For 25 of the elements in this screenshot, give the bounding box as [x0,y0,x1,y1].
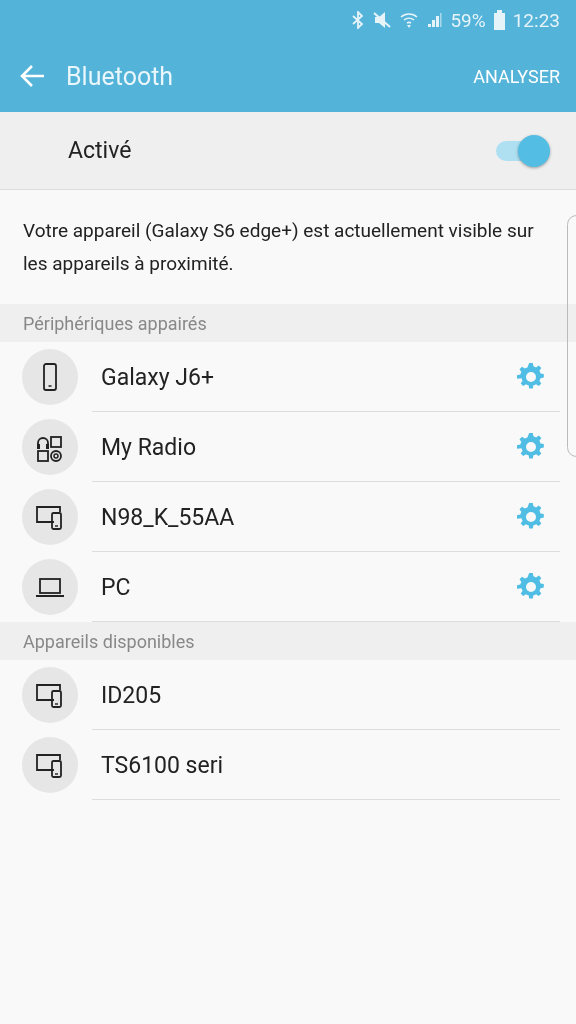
device-name[interactable]: N98_K_55AA [101,503,514,531]
signal-icon [426,12,443,28]
device-icon [22,667,78,723]
device-name[interactable]: PC [101,573,514,601]
device-name[interactable]: Galaxy J6+ [101,363,514,391]
section-header: Périphériques appairés [23,312,207,334]
bluetooth-toggle[interactable] [496,133,552,168]
battery-icon [493,10,505,30]
wifi-icon [400,11,419,29]
device-name[interactable]: TS6100 seri [101,751,576,779]
section-header: Appareils disponibles [23,630,195,652]
screen-title: Bluetooth [66,61,175,91]
device-icon [22,419,78,475]
mute-icon [372,11,393,29]
device-icon [22,559,78,615]
device-icon [22,737,78,793]
bluetooth-icon [352,11,365,29]
switch-label: Activé [68,137,133,164]
battery-percent: 59% [450,8,486,32]
device-name[interactable]: My Radio [101,433,514,461]
device-icon [22,349,78,405]
clock: 12:23 [512,8,560,32]
device-icon [22,489,78,545]
visibility-text: Votre appareil (Galaxy S6 edge+) est actuellement visible sur les appareils à proximité. [22,218,535,277]
device-name[interactable]: ID205 [101,681,576,709]
